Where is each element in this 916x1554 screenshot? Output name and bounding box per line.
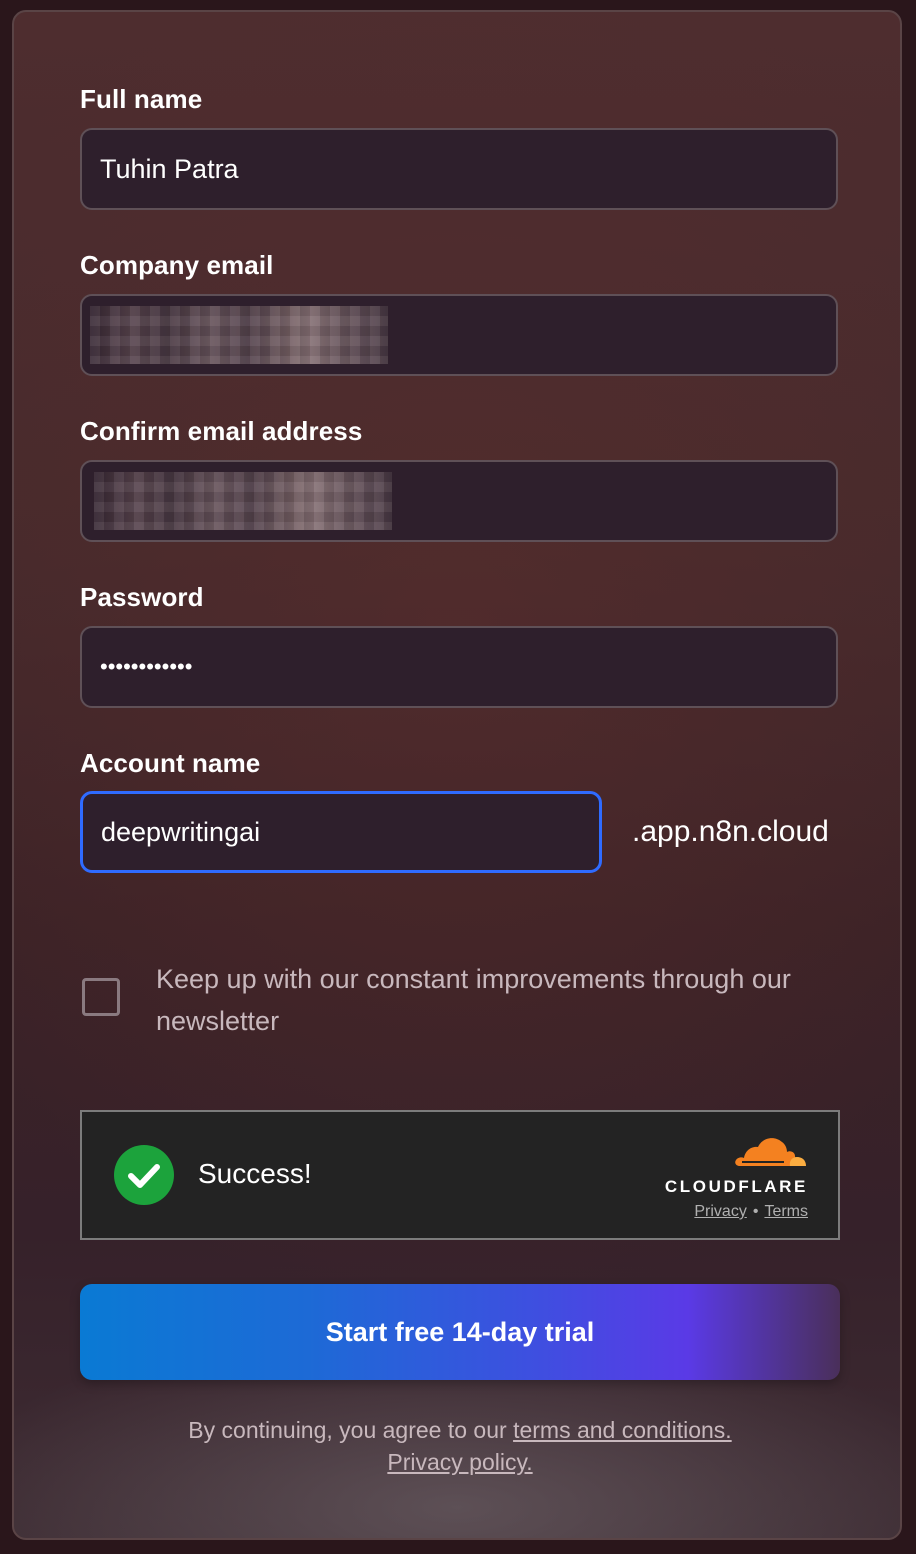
cloudflare-cloud-icon (735, 1138, 806, 1166)
redacted-email-blur (90, 306, 388, 364)
company-email-label: Company email (80, 250, 274, 280)
success-check-icon (114, 1145, 174, 1205)
confirm-email-input[interactable] (80, 460, 838, 542)
privacy-policy-link[interactable]: Privacy policy. (387, 1449, 532, 1475)
cloudflare-wordmark: CLOUDFLARE (664, 1177, 808, 1196)
account-domain-suffix: .app.n8n.cloud (632, 815, 829, 848)
terms-link[interactable]: terms and conditions. (513, 1417, 732, 1443)
password-input[interactable]: •••••••••••• (80, 626, 838, 708)
captcha-status: Success! (198, 1158, 312, 1189)
legal-notice: By continuing, you agree to our terms an… (80, 1414, 840, 1478)
company-email-input[interactable] (80, 294, 838, 376)
full-name-input[interactable]: Tuhin Patra (80, 128, 838, 210)
full-name-label: Full name (80, 84, 203, 114)
newsletter-checkbox[interactable] (82, 978, 120, 1016)
legal-prefix: By continuing, you agree to our (188, 1417, 514, 1443)
signup-card: Full name Tuhin Patra Company email Conf… (12, 10, 902, 1540)
password-label: Password (80, 582, 204, 612)
captcha-terms-link[interactable]: Terms (764, 1203, 808, 1220)
account-name-input[interactable]: deepwritingai (80, 791, 602, 873)
link-separator: • (752, 1203, 759, 1220)
newsletter-label[interactable]: Keep up with our constant improvements t… (156, 958, 846, 1042)
cloudflare-logo: CLOUDFLARE Privacy • Terms (656, 1134, 808, 1221)
confirm-email-label: Confirm email address (80, 416, 363, 446)
cloudflare-links: Privacy • Terms (656, 1203, 808, 1221)
captcha-privacy-link[interactable]: Privacy (694, 1203, 746, 1220)
account-name-label: Account name (80, 748, 261, 778)
redacted-confirm-email-blur (94, 472, 392, 530)
cloudflare-turnstile: Success! CLOUDFLARE Privacy • Terms (80, 1110, 840, 1240)
start-trial-button[interactable]: Start free 14-day trial (80, 1284, 840, 1380)
